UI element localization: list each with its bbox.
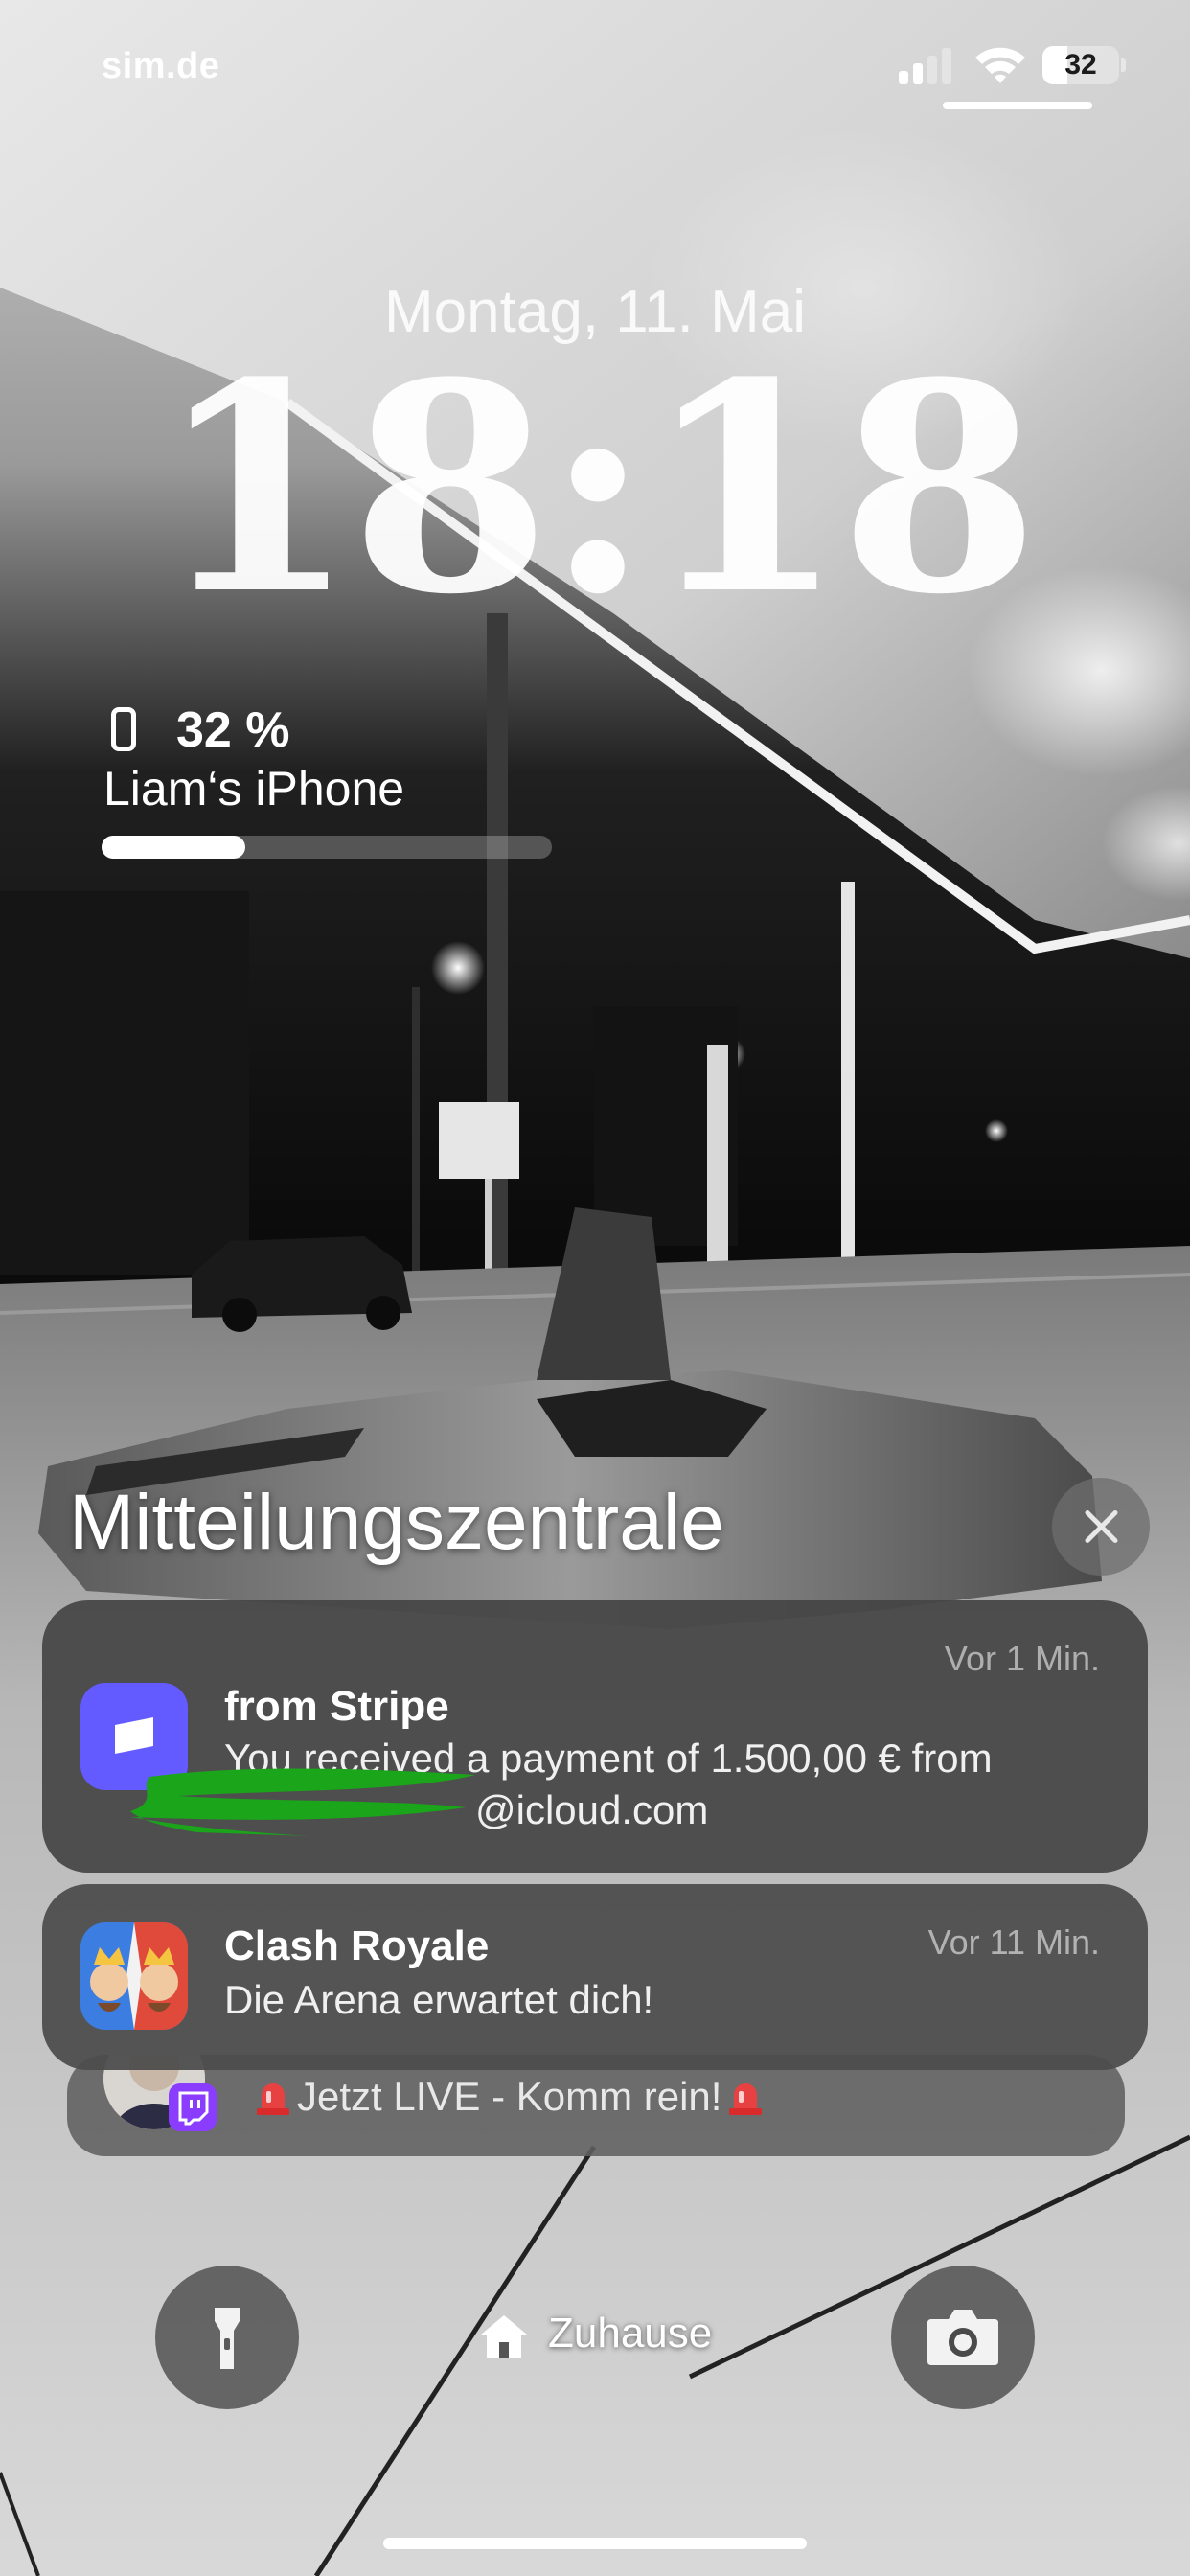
cellular-signal-icon <box>899 46 952 84</box>
flashlight-button[interactable] <box>155 2266 299 2409</box>
home-indicator[interactable] <box>383 2538 807 2549</box>
carrier-label: sim.de <box>102 46 220 86</box>
battery-widget-bar <box>102 836 552 859</box>
battery-icon: 32 <box>1042 46 1119 84</box>
flashlight-icon <box>215 2308 240 2369</box>
siren-icon <box>729 2083 763 2115</box>
lock-time: 18:18 <box>156 319 1040 657</box>
twitch-icon <box>169 2083 217 2131</box>
clear-notifications-button[interactable] <box>1052 1478 1150 1576</box>
battery-widget-percent: 32 % <box>176 702 290 758</box>
siren-icon <box>257 2083 289 2115</box>
battery-widget-bar-fill <box>102 836 246 859</box>
notification-time: Vor 11 Min. <box>927 1922 1100 1962</box>
redaction-scribble <box>130 1768 475 1836</box>
lock-screen: sim.de 32 Montag, 11. Mai 18:18 32 % Lia… <box>0 0 1190 2576</box>
status-icons: 32 <box>899 42 1129 90</box>
battery-level: 32 <box>1064 49 1097 80</box>
stacked-notification-text: Jetzt LIVE - Komm rein! <box>249 2074 769 2120</box>
home-icon <box>481 2315 527 2358</box>
camera-icon <box>927 2310 998 2365</box>
battery-widget-device: Liam‘s iPhone <box>103 762 405 816</box>
stacked-notification-label: Jetzt LIVE - Komm rein! <box>297 2074 722 2119</box>
notification-clash-royale[interactable]: Vor 11 Min. Clash Royale Die Arena erwar… <box>42 1884 1148 2070</box>
battery-nub <box>1121 58 1126 72</box>
notification-title: Clash Royale <box>224 1922 490 1969</box>
notification-center-title: Mitteilungszentrale <box>69 1479 724 1566</box>
camera-button[interactable] <box>891 2266 1035 2409</box>
focus-mode-label: Zuhause <box>548 2310 713 2357</box>
notification-time: Vor 1 Min. <box>944 1639 1100 1678</box>
notification-body: Die Arena erwartet dich! <box>224 1977 654 2022</box>
control-center-indicator[interactable] <box>943 102 1092 109</box>
clash-royale-icon <box>80 1922 188 2030</box>
focus-mode-indicator[interactable]: Zuhause <box>462 2300 728 2375</box>
wifi-icon <box>973 44 1027 86</box>
iphone-icon <box>111 707 136 751</box>
notification-title: from Stripe <box>224 1683 449 1730</box>
